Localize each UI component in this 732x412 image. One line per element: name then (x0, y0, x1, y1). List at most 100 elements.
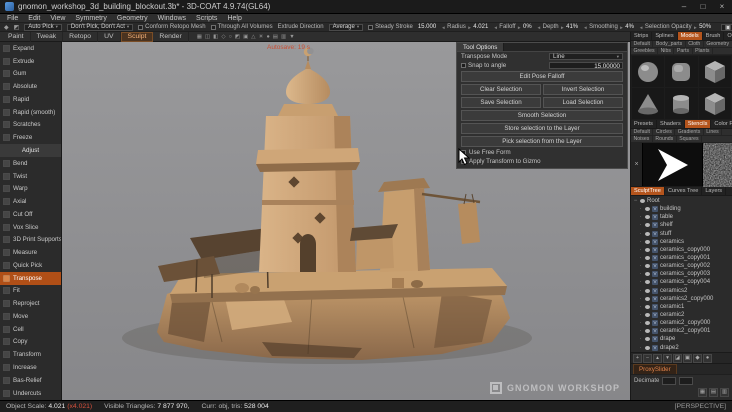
smooth-selection-button[interactable]: Smooth Selection (461, 110, 623, 121)
dock-tab-layers[interactable]: Layers (702, 187, 727, 195)
tool-item-copy[interactable]: Copy (0, 336, 61, 349)
tab-tweak[interactable]: Tweak (31, 31, 64, 42)
menu-file[interactable]: File (7, 15, 18, 22)
model-cat-greebles[interactable]: Greebles (631, 48, 659, 54)
render-settings-icon[interactable]: ▥ (281, 34, 286, 40)
tree-item-ceramics[interactable]: · Vceramics (631, 238, 732, 246)
tree-item-drape[interactable]: · Vdrape (631, 335, 732, 343)
close-button[interactable]: × (717, 2, 727, 11)
stencil-noise-thumbnail[interactable] (702, 143, 732, 187)
spin-right-icon[interactable]: ► (693, 25, 697, 30)
visibility-eye-icon[interactable] (645, 264, 650, 269)
move-up-icon[interactable]: ▴ (653, 353, 662, 363)
tab-sculpt[interactable]: Sculpt (120, 31, 154, 42)
transpose-mode-icon[interactable]: ◆ (4, 24, 9, 31)
dock-grid-icon[interactable]: ▦ (698, 387, 707, 397)
tool-item-quick-pick[interactable]: Quick Pick (0, 259, 61, 272)
visibility-eye-icon[interactable] (645, 272, 650, 277)
spin-right-icon[interactable]: ► (517, 25, 521, 30)
stencil-cat-default[interactable]: Default (631, 129, 654, 135)
tool-item-bend[interactable]: Bend (0, 157, 61, 170)
visibility-eye-icon[interactable] (645, 321, 650, 326)
dock-tab-color-palette[interactable]: Color Palette (711, 120, 732, 128)
load-selection-button[interactable]: Load Selection (543, 97, 623, 108)
tool-item-twist[interactable]: Twist (0, 170, 61, 183)
isolate-icon[interactable]: ◩ (235, 34, 240, 40)
tool-item-absolute[interactable]: Absolute (0, 80, 61, 93)
tree-item-ceramic1[interactable]: · Vceramic1 (631, 303, 732, 311)
tree-item-ceramics2-copy000[interactable]: · Vceramics2_copy000 (631, 295, 732, 303)
visibility-eye-icon[interactable] (640, 199, 645, 204)
ortho-view-icon[interactable]: ▣ (243, 34, 248, 40)
tree-item-ceramic2-copy001[interactable]: · Vceramic2_copy001 (631, 327, 732, 335)
model-cat-default[interactable]: Default (631, 41, 654, 47)
tree-item-shelf[interactable]: · Vshelf (631, 221, 732, 229)
tool-item-rapid-smooth[interactable]: Rapid (smooth) (0, 106, 61, 119)
menu-edit[interactable]: Edit (28, 15, 40, 22)
tool-item-freeze[interactable]: Freeze (0, 131, 61, 144)
dock-tab-curves-tree[interactable]: Curves Tree (665, 187, 703, 195)
virtual-mirror-icon[interactable]: ◧ (213, 34, 218, 40)
visibility-eye-icon[interactable] (645, 345, 650, 350)
selection-opacity-slider[interactable]: ◄ Selection Opacity ► 50% (639, 24, 711, 30)
to-surface-icon[interactable]: ◆ (693, 353, 702, 363)
visibility-eye-icon[interactable] (645, 256, 650, 261)
dock-tab-stencils[interactable]: Stencils (684, 120, 712, 128)
grid-snap-icon[interactable]: ▦ (197, 34, 202, 40)
clear-selection-button[interactable]: Clear Selection (461, 84, 541, 95)
proxy-slider-button[interactable]: ProxySlider (633, 363, 677, 375)
tool-item-transform[interactable]: Transform (0, 348, 61, 361)
model-cat-geometry[interactable]: Geometry (704, 41, 732, 47)
tree-item-ceramics-copy004[interactable]: · Vceramics_copy004 (631, 278, 732, 286)
visibility-eye-icon[interactable] (645, 329, 650, 334)
visibility-eye-icon[interactable] (645, 239, 650, 244)
ghost-mode-icon[interactable]: ○ (229, 34, 232, 40)
model-thumb-sphere[interactable] (632, 56, 665, 87)
view-settings-icon[interactable]: ▼ (289, 34, 294, 40)
tool-item-gum[interactable]: Gum (0, 68, 61, 81)
spin-left-icon[interactable]: ◄ (441, 25, 445, 30)
tab-retopo[interactable]: Retopo (63, 31, 99, 42)
tool-item-rapid[interactable]: Rapid (0, 93, 61, 106)
tab-render[interactable]: Render (153, 31, 189, 42)
dock-tab-presets[interactable]: Presets (631, 120, 657, 128)
visibility-eye-icon[interactable] (645, 215, 650, 220)
stencil-close-button[interactable]: × (631, 143, 643, 186)
falloff-slider[interactable]: ◄ Falloff ► 0% (493, 24, 531, 30)
steady-stroke-checkbox[interactable]: Steady Stroke (368, 24, 413, 30)
menu-help[interactable]: Help (227, 15, 241, 22)
visibility-eye-icon[interactable] (645, 207, 650, 212)
decimate-steps-box[interactable] (679, 376, 694, 385)
dock-tab-splines[interactable]: Splines (652, 32, 678, 40)
minimize-button[interactable]: – (679, 2, 689, 11)
visibility-eye-icon[interactable] (645, 223, 650, 228)
dock-tab-strips[interactable]: Strips (631, 32, 653, 40)
menu-symmetry[interactable]: Symmetry (75, 15, 107, 22)
dock-tab-options[interactable]: Options (724, 32, 732, 40)
model-cat-cloth[interactable]: Cloth (686, 41, 704, 47)
tool-item-measure[interactable]: Measure (0, 246, 61, 259)
tool-item-fit[interactable]: Fit (0, 285, 61, 298)
dock-tab-brush[interactable]: Brush (703, 32, 725, 40)
smoothing-slider[interactable]: ◄ Smoothing ► 4% (583, 24, 634, 30)
tool-item-cell[interactable]: Cell (0, 323, 61, 336)
model-thumb-cone[interactable] (632, 88, 665, 119)
stencil-cat-squares[interactable]: Squares (677, 136, 703, 142)
spin-left-icon[interactable]: ◄ (583, 25, 587, 30)
tool-item-axial[interactable]: Axial (0, 195, 61, 208)
visibility-eye-icon[interactable] (645, 231, 650, 236)
model-thumb-cylinder[interactable] (665, 88, 698, 119)
tree-item-ceramics-copy001[interactable]: · Vceramics_copy001 (631, 254, 732, 262)
stencil-cat-circles[interactable]: Circles (653, 129, 676, 135)
tool-item-bas-relief[interactable]: Bas-Relief (0, 374, 61, 387)
menu-view[interactable]: View (50, 15, 65, 22)
symmetry-icon[interactable]: ◫ (205, 34, 210, 40)
viewport-3d[interactable]: Autosave: 19 s Tool Options Transpose Mo… (62, 42, 630, 400)
dock-settings-icon[interactable]: ▥ (720, 387, 729, 397)
move-down-icon[interactable]: ▾ (663, 353, 672, 363)
save-selection-button[interactable]: Save Selection (461, 97, 541, 108)
tab-uv[interactable]: UV (98, 31, 121, 42)
delete-volume-icon[interactable]: − (643, 353, 652, 363)
depth-slider[interactable]: ◄ Depth ► 41% (537, 24, 578, 30)
tree-item-ceramics-copy002[interactable]: · Vceramics_copy002 (631, 262, 732, 270)
